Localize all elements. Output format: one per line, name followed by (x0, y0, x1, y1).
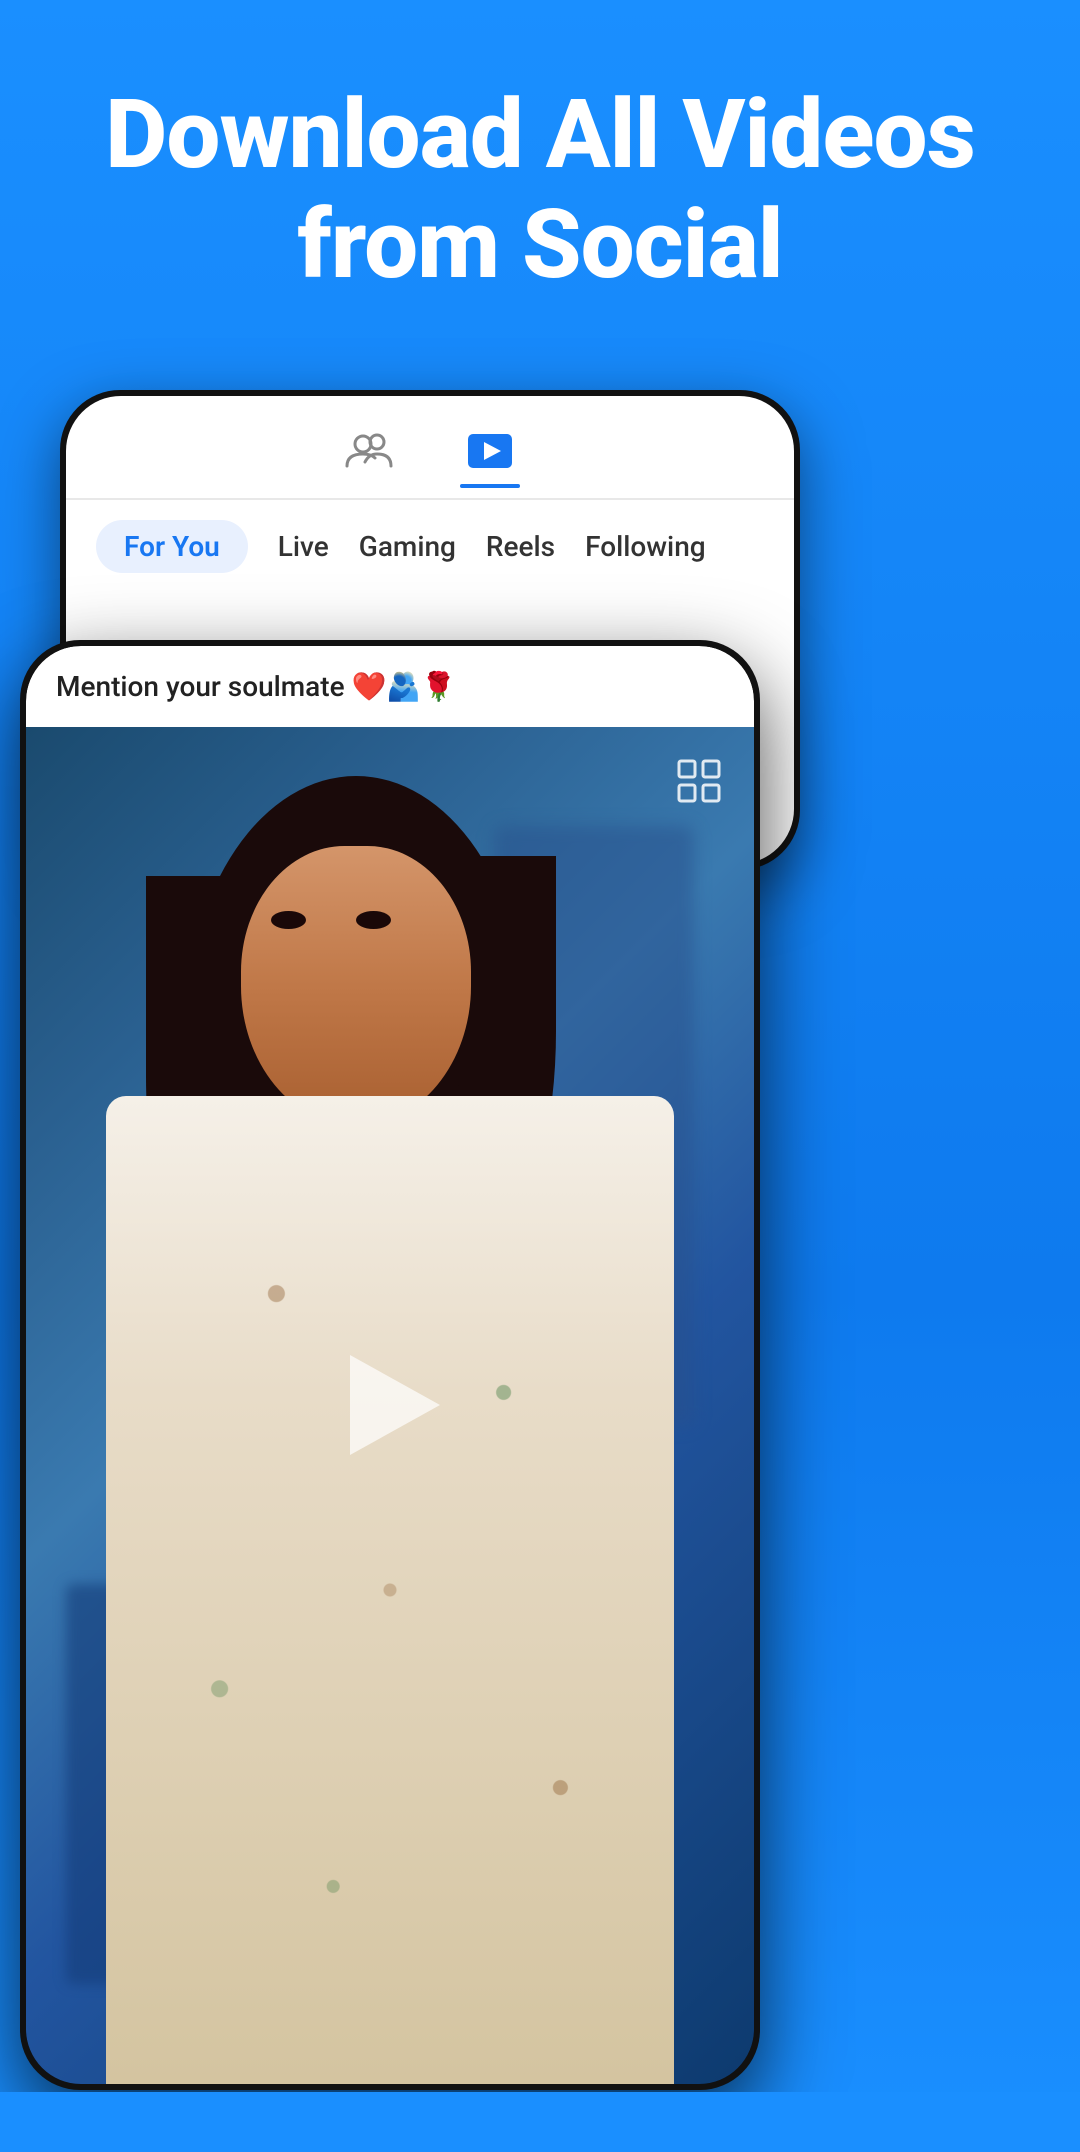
dress-pattern (106, 1096, 674, 2084)
tab-video[interactable] (460, 426, 520, 488)
tab-people[interactable] (340, 426, 400, 488)
body-dress (106, 1096, 674, 2084)
nav-reels[interactable]: Reels (486, 530, 555, 563)
eye-right (356, 911, 391, 929)
play-triangle-icon (350, 1355, 440, 1455)
phone-front-device: Mention your soulmate ❤️🫂🌹 (20, 640, 760, 2090)
video-caption-bar: Mention your soulmate ❤️🫂🌹 (26, 646, 754, 727)
phone-back-topbar (66, 396, 794, 500)
eye-left (271, 911, 306, 929)
nav-following[interactable]: Following (585, 530, 706, 563)
phone-back-nav: For You Live Gaming Reels Following (66, 500, 794, 593)
bottom-bar (0, 2092, 1080, 2152)
video-caption-text: Mention your soulmate ❤️🫂🌹 (56, 670, 456, 703)
nav-live[interactable]: Live (278, 530, 329, 563)
nav-for-you[interactable]: For You (96, 520, 248, 573)
nav-gaming[interactable]: Gaming (359, 530, 456, 563)
video-thumbnail[interactable] (26, 726, 754, 2084)
hero-title: Download All Videos from Social (0, 80, 1080, 301)
face (241, 846, 471, 1126)
play-button[interactable] (340, 1355, 440, 1455)
title-line1: Download All Videos (60, 80, 1020, 190)
expand-icon[interactable] (674, 756, 724, 810)
title-line2: from Social (60, 190, 1020, 300)
